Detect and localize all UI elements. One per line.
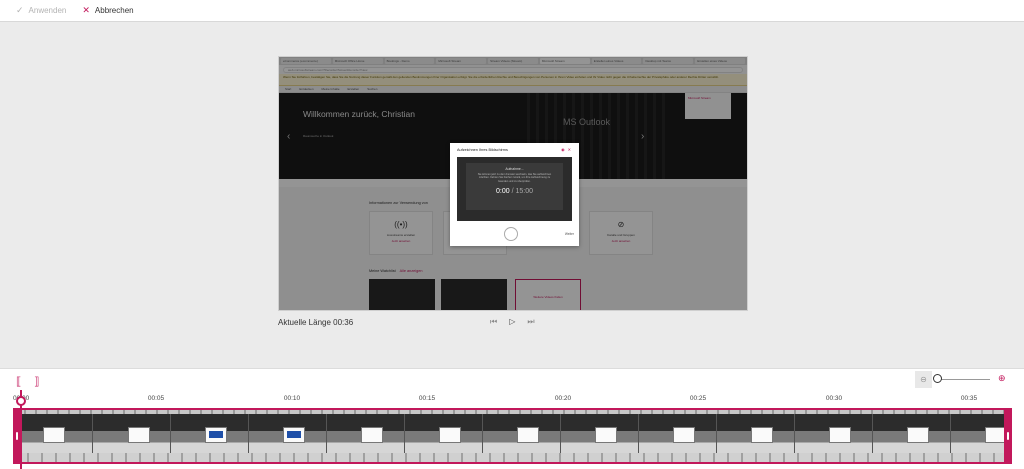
trim-start-icon[interactable]: ⟦ xyxy=(16,375,21,388)
ruler-label: 00:10 xyxy=(283,395,301,402)
frame-preview xyxy=(283,427,305,443)
timeline-panel: ⟦ ⟧ ⊖ ⊕ 00:00 00:05 00:10 00:15 00:20 00… xyxy=(0,368,1024,469)
grip-icon xyxy=(16,432,18,440)
ruler-label: 00:20 xyxy=(554,395,572,402)
frame-thumbnail xyxy=(249,414,327,455)
frame-thumbnail xyxy=(483,414,561,455)
play-icon[interactable]: ▷ xyxy=(509,317,515,327)
frame-preview xyxy=(128,427,150,443)
frame-preview xyxy=(595,427,617,443)
zoom-slider-track[interactable] xyxy=(938,379,990,380)
frame-thumbnail xyxy=(717,414,795,455)
dialog-title: Aufzeichnen Ihres Bildschirms xyxy=(457,148,508,152)
dialog-header-icons: ◉✕ xyxy=(561,147,574,152)
frame-preview xyxy=(43,427,65,443)
frame-thumbnail xyxy=(795,414,873,455)
frame-preview xyxy=(907,427,929,443)
skip-previous-icon[interactable]: ⏮ xyxy=(490,317,497,327)
timer-current: 0:00 xyxy=(496,188,510,196)
zoom-in-icon[interactable]: ⊕ xyxy=(998,373,1006,384)
frame-preview xyxy=(829,427,851,443)
grip-icon xyxy=(1007,432,1009,440)
ruler-label: 00:05 xyxy=(147,395,165,402)
record-dialog: Aufzeichnen Ihres Bildschirms ◉✕ Aufnahm… xyxy=(450,143,579,246)
cancel-button[interactable]: ✕ Abbrechen xyxy=(82,5,134,16)
dialog-next: Weiter xyxy=(564,232,574,236)
frame-preview xyxy=(205,427,227,443)
frame-thumbnail xyxy=(15,414,93,455)
recording-message: Sie können jetzt zu dem Fenster wechseln… xyxy=(477,173,552,183)
timeline-track[interactable] xyxy=(13,408,1012,464)
frame-thumbnail xyxy=(639,414,717,455)
top-toolbar: ✓ Anwenden ✕ Abbrechen xyxy=(0,0,1024,22)
frame-preview xyxy=(673,427,695,443)
ruler-label: 00:35 xyxy=(960,395,978,402)
ruler-label: 00:30 xyxy=(825,395,843,402)
checkmark-icon: ✓ xyxy=(16,5,24,15)
trim-end-handle[interactable] xyxy=(1004,408,1012,464)
dialog-recording-panel: Aufnahme... Sie können jetzt zu dem Fens… xyxy=(466,163,563,210)
frame-thumbnail xyxy=(405,414,483,455)
frame-thumbnail xyxy=(561,414,639,455)
frame-preview xyxy=(751,427,773,443)
current-length: Aktuelle Länge 00:36 xyxy=(278,318,354,327)
playhead-knob[interactable] xyxy=(16,396,26,406)
ruler-label: 00:25 xyxy=(689,395,707,402)
timer-total: 15:00 xyxy=(515,188,533,196)
frame-thumbnail xyxy=(327,414,405,455)
zoom-out-icon[interactable]: ⊖ xyxy=(915,371,932,388)
trim-end-icon[interactable]: ⟧ xyxy=(34,375,39,388)
frame-preview xyxy=(517,427,539,443)
zoom-slider-thumb[interactable] xyxy=(933,374,942,383)
frame-thumbnail xyxy=(951,414,1010,455)
ruler-label: 00:15 xyxy=(418,395,436,402)
apply-label: Anwenden xyxy=(28,6,67,15)
frame-thumbnail xyxy=(93,414,171,455)
close-icon: ✕ xyxy=(567,147,574,152)
dialog-screen: Aufnahme... Sie können jetzt zu dem Fens… xyxy=(457,157,572,221)
frame-preview xyxy=(361,427,383,443)
record-button xyxy=(504,227,518,241)
apply-button[interactable]: ✓ Anwenden xyxy=(16,5,67,16)
frame-thumbnail xyxy=(873,414,951,455)
track-bottom-strip xyxy=(15,453,1010,462)
frame-thumbnail xyxy=(171,414,249,455)
frame-preview xyxy=(439,427,461,443)
cancel-label: Abbrechen xyxy=(94,6,134,15)
video-preview: eCommerce (ecommerce) Microsoft Office H… xyxy=(278,56,748,311)
recording-timer: 0:00 / 15:00 xyxy=(466,188,563,195)
close-icon: ✕ xyxy=(82,5,90,15)
playback-controls: ⏮ ▷ ⏭ xyxy=(490,317,535,327)
skip-next-icon[interactable]: ⏭ xyxy=(527,317,534,327)
